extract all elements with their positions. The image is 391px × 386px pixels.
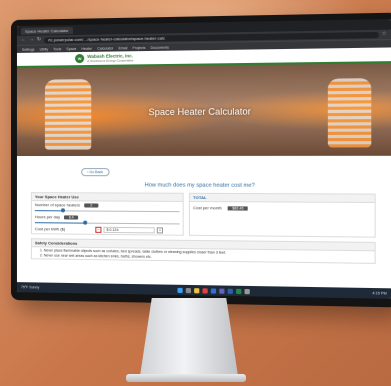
monitor: Space Heater Calculator ← → ↻ rtc.powerp… [11,12,391,308]
total-label: Cost per month [193,205,222,211]
monitor-stand [140,298,238,376]
bookmark-item[interactable]: Utility [40,47,49,51]
cost-decrement-button[interactable]: − [95,226,102,233]
calculator-content: ‹ Go Back How much does my space heater … [17,156,391,264]
logo-icon[interactable]: W [75,53,85,64]
inputs-panel: Your Space Heater Use Number of space he… [30,192,184,236]
calculator-panels: Your Space Heater Use Number of space he… [30,192,376,238]
page-question: How much does my space heater cost me? [144,182,255,189]
screen: Space Heater Calculator ← → ↻ rtc.powerp… [16,19,391,299]
heaters-slider-handle[interactable] [61,208,66,213]
browser-tab[interactable]: Space Heater Calculator [20,26,73,35]
search-icon[interactable] [185,287,191,293]
bookmark-item[interactable]: Space [66,46,76,50]
bookmark-item[interactable]: Heater [81,46,92,50]
heaters-label: Number of space heaters [34,202,81,208]
word-icon[interactable] [227,288,233,294]
bookmark-item[interactable]: Tools [53,47,61,51]
star-icon[interactable]: ☆ [382,30,387,40]
hours-value: 8.4 [64,214,79,220]
heaters-field: Number of space heaters 2 [32,201,183,214]
logo-tagline: A Touchstone Energy Cooperative [87,57,134,63]
bookmark-item[interactable]: Settings [22,47,35,51]
bookmark-item[interactable]: Projects [132,45,145,49]
cost-increment-button[interactable]: + [156,227,163,234]
settings-icon[interactable] [244,288,250,294]
cost-label: Cost per kWh ($) [34,226,66,232]
teams-icon[interactable] [219,288,225,294]
bookmark-item[interactable]: Calculator [97,46,113,50]
monitor-base [126,374,246,382]
hero-title: Space Heater Calculator [148,106,251,118]
back-arrow-icon[interactable]: ← [21,36,26,45]
chrome-icon[interactable] [202,287,208,293]
bookmark-item[interactable]: Email [118,46,127,50]
clock[interactable]: 4:15 PM [372,291,386,295]
mail-icon[interactable] [210,287,217,294]
forward-arrow-icon[interactable]: → [29,36,34,45]
reload-icon[interactable]: ↻ [37,35,41,44]
total-row: Cost per month $86.46 [190,202,375,215]
excel-icon[interactable] [236,288,242,294]
weather-widget[interactable]: 75°F Sunny [21,285,61,290]
total-panel: TOTAL Cost per month $86.46 [188,192,376,238]
safety-panel: Safety Considerations 1. Never place fla… [30,238,376,264]
bookmark-item[interactable]: Documents [151,45,169,49]
taskbar-apps [64,285,369,295]
heaters-value: 2 [84,202,99,208]
start-icon[interactable] [177,287,183,293]
cost-stepper: − $ 0.124 + [95,226,179,234]
os-taskbar: 75°F Sunny 4:15 PM [16,282,391,299]
cost-field: Cost per kWh ($) − $ 0.124 + [32,225,183,235]
folder-icon[interactable] [194,287,200,293]
hero-banner: Space Heater Calculator [16,63,391,156]
hours-slider-handle[interactable] [82,220,87,225]
cost-input[interactable]: $ 0.124 [103,226,155,234]
go-back-button[interactable]: ‹ Go Back [81,168,110,177]
logo-name[interactable]: Wabash Electric, Inc. A Touchstone Energ… [87,53,133,64]
total-value: $86.46 [228,205,248,211]
hours-label: Hours per day [34,214,61,220]
